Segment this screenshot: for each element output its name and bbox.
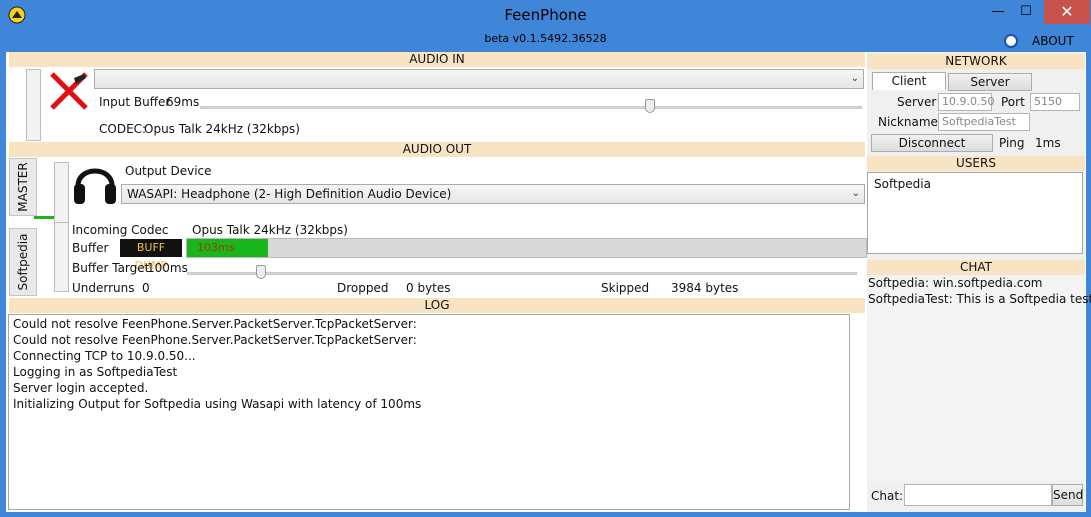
minimize-button[interactable]: —: [985, 0, 1011, 24]
log-line: Logging in as SoftpediaTest: [13, 365, 178, 379]
nickname-field[interactable]: SoftpediaTest: [938, 113, 1030, 131]
input-buffer-label: Input Buffer: [99, 95, 171, 109]
server-label: Server: [897, 95, 937, 109]
log-header: LOG: [9, 298, 865, 313]
input-buffer-slider[interactable]: [645, 99, 656, 113]
send-button[interactable]: Send: [1052, 484, 1083, 506]
chevron-down-icon: ⌄: [850, 73, 859, 84]
tab-softpedia-label: Softpedia: [16, 233, 30, 291]
headphones-icon: [74, 168, 116, 204]
input-buffer-value: 69ms: [166, 95, 200, 109]
buffer-label: Buffer: [72, 241, 109, 255]
buffer-target-label: Buffer Target: [72, 261, 150, 275]
master-volume-slider[interactable]: [54, 162, 69, 224]
underruns-label: Underruns: [72, 281, 135, 295]
skipped-label: Skipped: [601, 281, 650, 295]
softpedia-volume-slider[interactable]: [54, 222, 69, 292]
chevron-down-icon: ⌄: [851, 188, 860, 199]
chat-input-label: Chat:: [871, 489, 904, 503]
ping-value: 1ms: [1035, 136, 1061, 150]
audio-in-header: AUDIO IN: [9, 52, 865, 67]
output-device-label: Output Device: [125, 164, 212, 178]
port-field[interactable]: 5150: [1030, 93, 1080, 111]
log-line: Server login accepted.: [13, 381, 149, 395]
ping-label: Ping: [999, 136, 1025, 150]
disconnect-button[interactable]: Disconnect: [871, 134, 993, 152]
skipped-value: 3984 bytes: [671, 281, 739, 295]
about-button[interactable]: ABOUT: [1032, 34, 1074, 48]
underruns-value: 0: [142, 281, 150, 295]
main-window-content: AUDIO IN ⌄ Input Buffer 69ms CODEC: Opus…: [6, 52, 1091, 512]
chat-message: Softpedia: win.softpedia.com: [868, 276, 1043, 290]
audio-out-header: AUDIO OUT: [9, 142, 865, 157]
tab-master[interactable]: MASTER: [9, 158, 37, 216]
microphone-muted-icon[interactable]: [44, 70, 94, 112]
tab-client[interactable]: Client: [872, 72, 946, 90]
buffer-value: 103ms: [197, 241, 235, 254]
buffer-meter: 103ms: [186, 238, 867, 258]
audio-in-volume-slider[interactable]: [26, 69, 41, 141]
tab-server[interactable]: Server: [948, 73, 1032, 91]
close-button[interactable]: ✕: [1044, 0, 1090, 24]
buffer-target-slider[interactable]: [255, 265, 266, 279]
output-device-dropdown[interactable]: WASAPI: Headphone (2- High Definition Au…: [121, 184, 865, 204]
users-header: USERS: [867, 156, 1085, 171]
server-address-field[interactable]: 10.9.0.50: [938, 93, 994, 111]
dropped-value: 0 bytes: [406, 281, 451, 295]
master-level-indicator: [34, 216, 56, 219]
incoming-codec-label: Incoming Codec: [72, 223, 169, 237]
maximize-button[interactable]: ☐: [1013, 0, 1039, 24]
chat-header: CHAT: [867, 260, 1085, 275]
window-title: FeenPhone: [504, 6, 587, 24]
about-icon[interactable]: [1004, 34, 1018, 48]
chat-message: SoftpediaTest: This is a Softpedia test,: [868, 292, 1091, 306]
version-label: beta v0.1.5492.36528: [484, 32, 607, 45]
log-line: Could not resolve FeenPhone.Server.Packe…: [13, 317, 417, 331]
codec-label: CODEC:: [99, 122, 147, 136]
nickname-label: Nickname: [878, 115, 938, 129]
incoming-codec-value: Opus Talk 24kHz (32kbps): [192, 223, 348, 237]
output-device-value: WASAPI: Headphone (2- High Definition Au…: [127, 187, 452, 201]
users-list[interactable]: Softpedia: [867, 172, 1083, 254]
network-header: NETWORK: [867, 54, 1085, 69]
log-line: Could not resolve FeenPhone.Server.Packe…: [13, 333, 417, 347]
input-device-dropdown[interactable]: ⌄: [94, 69, 864, 89]
dropped-label: Dropped: [337, 281, 389, 295]
tab-softpedia[interactable]: Softpedia: [9, 228, 37, 296]
port-label: Port: [1001, 95, 1025, 109]
input-buffer-track: [200, 106, 862, 109]
title-bar: FeenPhone beta v0.1.5492.36528 — ☐ ✕ ABO…: [0, 0, 1091, 52]
tab-master-label: MASTER: [16, 162, 30, 212]
chat-history[interactable]: Softpedia: win.softpedia.com SoftpediaTe…: [867, 276, 1091, 481]
user-item[interactable]: Softpedia: [874, 177, 931, 191]
buffer-target-track: [187, 272, 857, 275]
codec-value: Opus Talk 24kHz (32kbps): [144, 122, 300, 136]
buff-dump-button[interactable]: BUFF DUMP: [120, 239, 182, 272]
buffer-target-value: 100ms: [147, 261, 188, 275]
log-line: Connecting TCP to 10.9.0.50...: [13, 349, 196, 363]
log-line: Initializing Output for Softpedia using …: [13, 397, 422, 411]
chat-input[interactable]: [904, 484, 1052, 506]
log-panel[interactable]: Could not resolve FeenPhone.Server.Packe…: [8, 314, 850, 510]
buffer-meter-fill: 103ms: [187, 239, 268, 257]
